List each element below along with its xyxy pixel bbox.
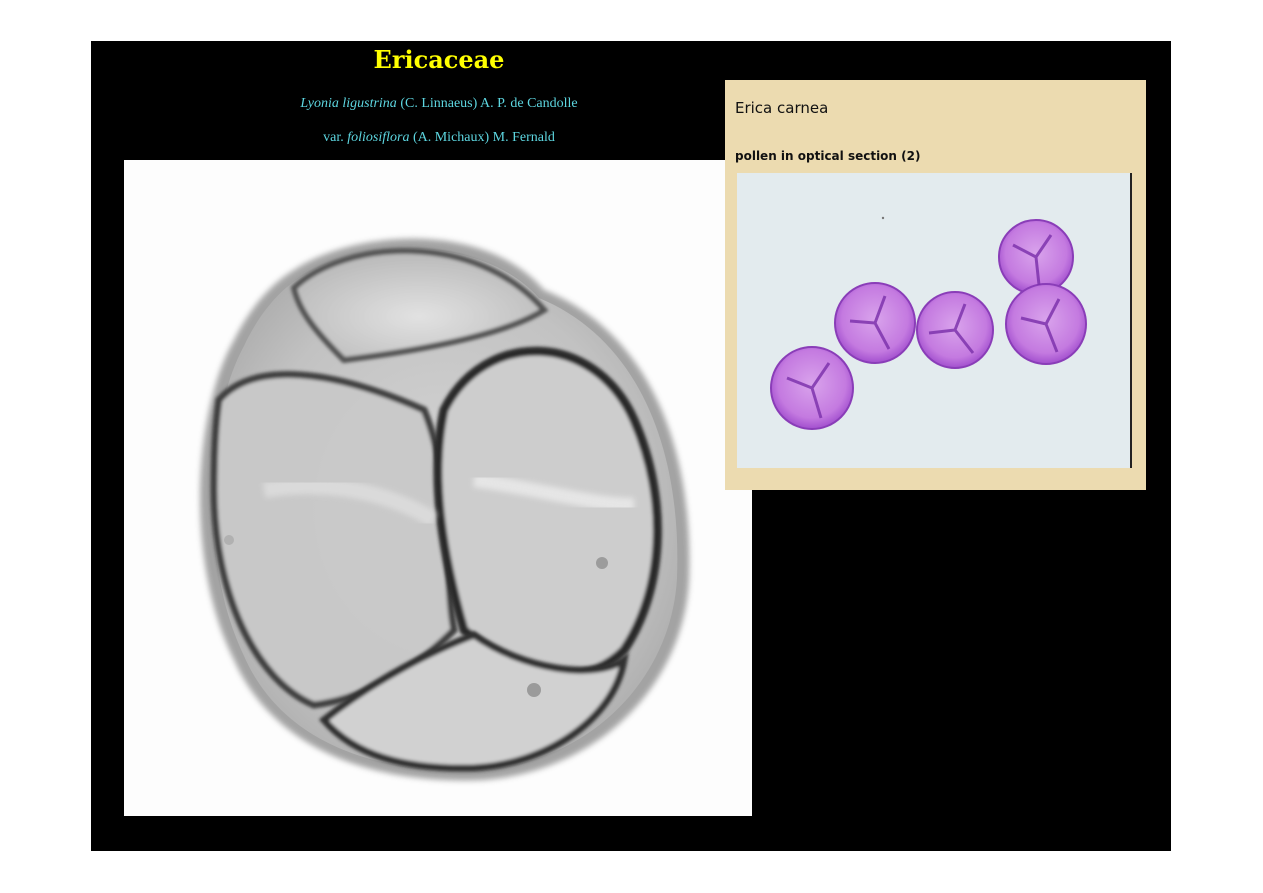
- species-binomial: Lyonia ligustrina: [300, 96, 397, 111]
- slide: Ericaceae Lyonia ligustrina (C. Linnaeus…: [91, 41, 1171, 851]
- family-title: Ericaceae: [373, 45, 505, 74]
- comparison-panel: Erica carnea pollen in optical section (…: [725, 80, 1146, 490]
- panel-caption: pollen in optical section (2): [735, 149, 921, 163]
- stained-pollen-photo: [737, 173, 1132, 468]
- species-authority: (C. Linnaeus) A. P. de Candolle: [396, 96, 578, 111]
- variety-name: foliosiflora: [347, 130, 410, 145]
- stained-pollen-drawing: [770, 216, 1087, 430]
- species-name-line: Lyonia ligustrina (C. Linnaeus) A. P. de…: [91, 96, 787, 112]
- pollen-micrograph: [124, 160, 752, 816]
- variety-prefix: var.: [323, 130, 348, 145]
- variety-name-line: var. foliosiflora (A. Michaux) M. Fernal…: [91, 130, 787, 146]
- panel-species-title: Erica carnea: [735, 99, 829, 117]
- pollen-tetrad-drawing: [200, 238, 690, 781]
- variety-authority: (A. Michaux) M. Fernald: [409, 130, 555, 145]
